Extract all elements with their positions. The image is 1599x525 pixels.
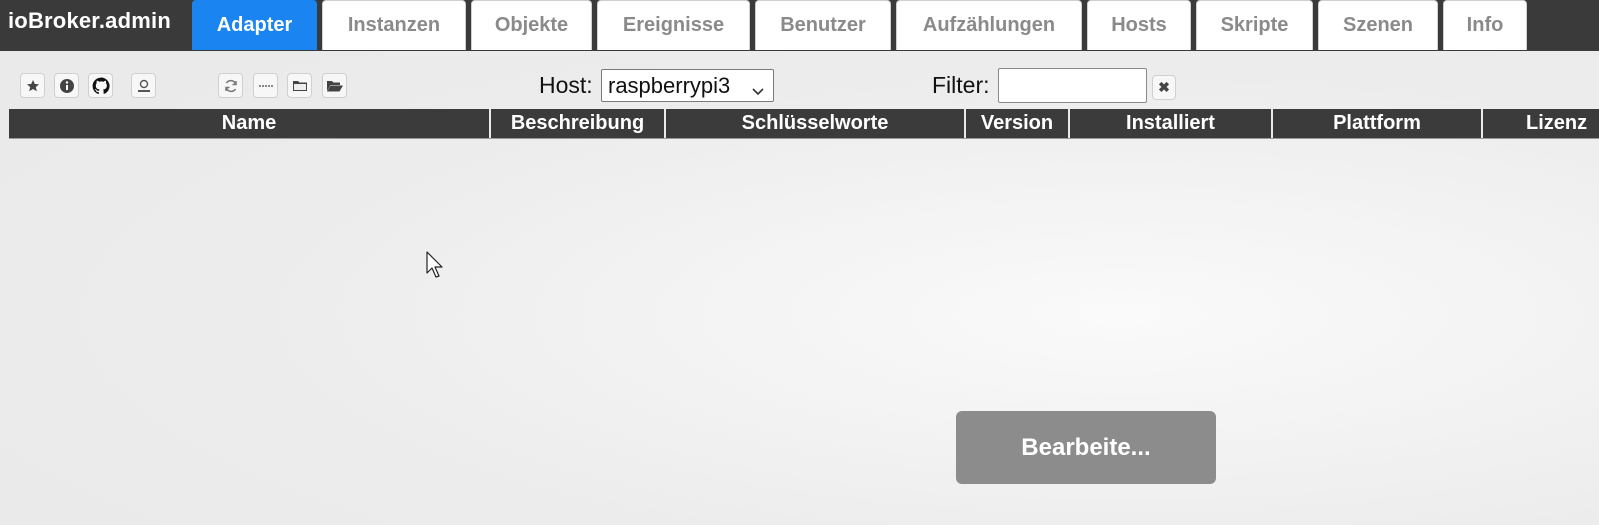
column-header-version[interactable]: Version [966, 109, 1070, 138]
column-header-installiert[interactable]: Installiert [1070, 109, 1273, 138]
host-select-value: raspberrypi3 [608, 72, 731, 98]
column-header-name[interactable]: Name [9, 109, 491, 138]
close-icon: ✖ [1158, 79, 1170, 95]
column-header-beschreibung[interactable]: Beschreibung [491, 109, 666, 138]
refresh-icon[interactable] [218, 73, 243, 98]
list-icon[interactable] [253, 73, 278, 98]
adapter-table-header: Name Beschreibung Schlüsselworte Version… [9, 109, 1599, 139]
tab-instanzen[interactable]: Instanzen [322, 0, 466, 50]
tab-hosts[interactable]: Hosts [1087, 0, 1191, 50]
host-label: Host: [539, 72, 593, 98]
column-header-plattform[interactable]: Plattform [1273, 109, 1483, 138]
tab-adapter[interactable]: Adapter [192, 0, 317, 50]
info-icon[interactable] [54, 73, 79, 98]
user-icon[interactable] [131, 73, 156, 98]
host-select[interactable]: raspberrypi3 [601, 69, 774, 102]
mouse-cursor-icon [426, 251, 446, 286]
tab-objekte[interactable]: Objekte [471, 0, 592, 50]
filter-input[interactable] [998, 68, 1147, 103]
tab-ereignisse[interactable]: Ereignisse [597, 0, 750, 50]
clear-filter-button[interactable]: ✖ [1152, 75, 1176, 100]
filter-label: Filter: [932, 72, 990, 98]
chevron-down-icon [751, 78, 765, 104]
tab-benutzer[interactable]: Benutzer [755, 0, 891, 50]
tab-info[interactable]: Info [1443, 0, 1527, 50]
folder-icon[interactable] [287, 73, 312, 98]
top-navigation-bar: ioBroker.admin Adapter Instanzen Objekte… [0, 0, 1599, 51]
app-title: ioBroker.admin [8, 8, 171, 33]
tab-aufzaehlungen[interactable]: Aufzählungen [896, 0, 1082, 50]
tab-skripte[interactable]: Skripte [1196, 0, 1313, 50]
column-header-schluesselworte[interactable]: Schlüsselworte [666, 109, 966, 138]
github-icon[interactable] [88, 73, 113, 98]
star-icon[interactable] [20, 73, 45, 98]
column-header-lizenz[interactable]: Lizenz [1483, 109, 1599, 138]
tab-szenen[interactable]: Szenen [1318, 0, 1438, 50]
processing-overlay: Bearbeite... [956, 411, 1216, 484]
folder-open-icon[interactable] [322, 73, 347, 98]
